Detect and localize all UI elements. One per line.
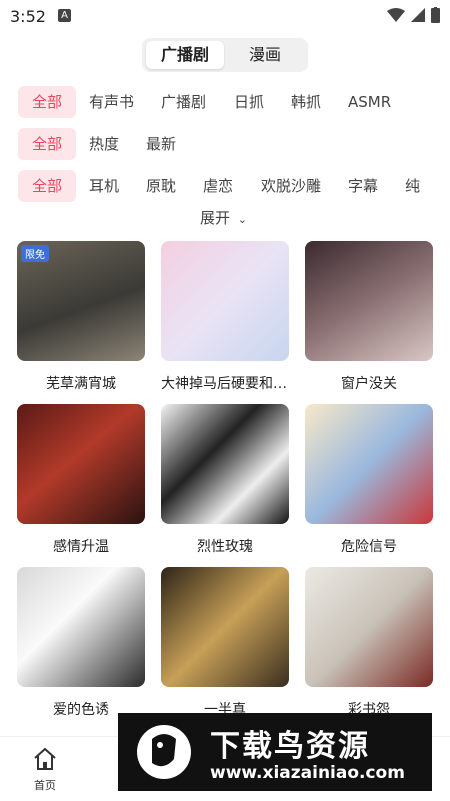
filter-type-radio-drama[interactable]: 广播剧 — [161, 86, 206, 118]
filter-tag-headphones[interactable]: 耳机 — [89, 170, 119, 202]
drama-cover — [305, 241, 433, 361]
drama-card[interactable]: 爱的色诱 — [17, 567, 145, 719]
drama-card[interactable]: 大神掉马后硬要和我... — [161, 241, 289, 393]
status-time: 3:52 — [10, 7, 46, 26]
filter-type-all[interactable]: 全部 — [18, 86, 77, 118]
status-bar: 3:52 A — [0, 0, 450, 32]
nav-home[interactable]: 首页 — [20, 747, 70, 793]
drama-title: 窗户没关 — [341, 376, 397, 392]
drama-title: 大神掉马后硬要和我... — [161, 376, 289, 392]
signal-icon — [411, 8, 425, 22]
drama-card[interactable]: 窗户没关 — [305, 241, 433, 393]
filter-sort-newest[interactable]: 最新 — [146, 128, 176, 160]
filter-row-type: 全部 有声书 广播剧 日抓 韩抓 ASMR — [0, 86, 450, 118]
chevron-down-icon: ⌄ — [237, 213, 248, 226]
drama-title: 危险信号 — [341, 539, 397, 555]
drama-cover — [161, 241, 289, 361]
filter-type-asmr[interactable]: ASMR — [348, 86, 391, 118]
drama-card[interactable]: 限免 芜草满宵城 — [17, 241, 145, 393]
watermark-text: 下载鸟资源 — [210, 729, 370, 764]
expand-filters-button[interactable]: 展开 ⌄ — [200, 207, 247, 228]
drama-card[interactable]: 危险信号 — [305, 404, 433, 556]
tab-radio-drama[interactable]: 广播剧 — [146, 41, 224, 69]
bird-logo-icon — [137, 725, 191, 779]
filter-tag-comedy[interactable]: 欢脱沙雕 — [261, 170, 321, 202]
drama-cover — [17, 567, 145, 687]
drama-card[interactable]: 感情升温 — [17, 404, 145, 556]
watermark-overlay: 下载鸟资源 www.xiazainiao.com — [118, 713, 432, 791]
drama-title: 感情升温 — [53, 539, 109, 555]
battery-icon — [431, 7, 440, 23]
filter-type-japanese[interactable]: 日抓 — [234, 86, 264, 118]
filter-tag-subtitles[interactable]: 字幕 — [348, 170, 378, 202]
drama-cover — [305, 567, 433, 687]
watermark-url: www.xiazainiao.com — [210, 763, 405, 783]
filter-sort-popular[interactable]: 热度 — [89, 128, 119, 160]
filter-row-sort: 全部 热度 最新 — [0, 128, 450, 160]
free-badge: 限免 — [21, 245, 49, 262]
filter-type-audiobook[interactable]: 有声书 — [89, 86, 134, 118]
drama-cover — [17, 404, 145, 524]
notification-a-icon: A — [58, 9, 71, 22]
filter-tag-pure[interactable]: 纯 — [405, 170, 420, 202]
wifi-icon — [387, 8, 405, 22]
drama-cover — [161, 404, 289, 524]
drama-cover — [305, 404, 433, 524]
filter-tag-all[interactable]: 全部 — [18, 170, 77, 202]
expand-label: 展开 — [200, 209, 231, 227]
drama-cover: 限免 — [17, 241, 145, 361]
filter-tag-original-bl[interactable]: 原耽 — [146, 170, 176, 202]
filter-row-tags: 全部 耳机 原耽 虐恋 欢脱沙雕 字幕 纯 — [0, 170, 450, 202]
category-segment: 广播剧 漫画 — [142, 38, 308, 72]
drama-cover — [161, 567, 289, 687]
drama-card[interactable]: 彩书怨 — [305, 567, 433, 719]
filter-sort-all[interactable]: 全部 — [18, 128, 77, 160]
drama-title: 芜草满宵城 — [46, 376, 116, 392]
drama-card[interactable]: 烈性玫瑰 — [161, 404, 289, 556]
drama-title: 烈性玫瑰 — [197, 539, 253, 555]
drama-card[interactable]: 一半真 — [161, 567, 289, 719]
home-icon — [34, 747, 56, 770]
filter-type-korean[interactable]: 韩抓 — [291, 86, 321, 118]
filter-tag-angst[interactable]: 虐恋 — [203, 170, 233, 202]
tab-comics[interactable]: 漫画 — [226, 41, 304, 69]
nav-home-label: 首页 — [34, 779, 56, 792]
